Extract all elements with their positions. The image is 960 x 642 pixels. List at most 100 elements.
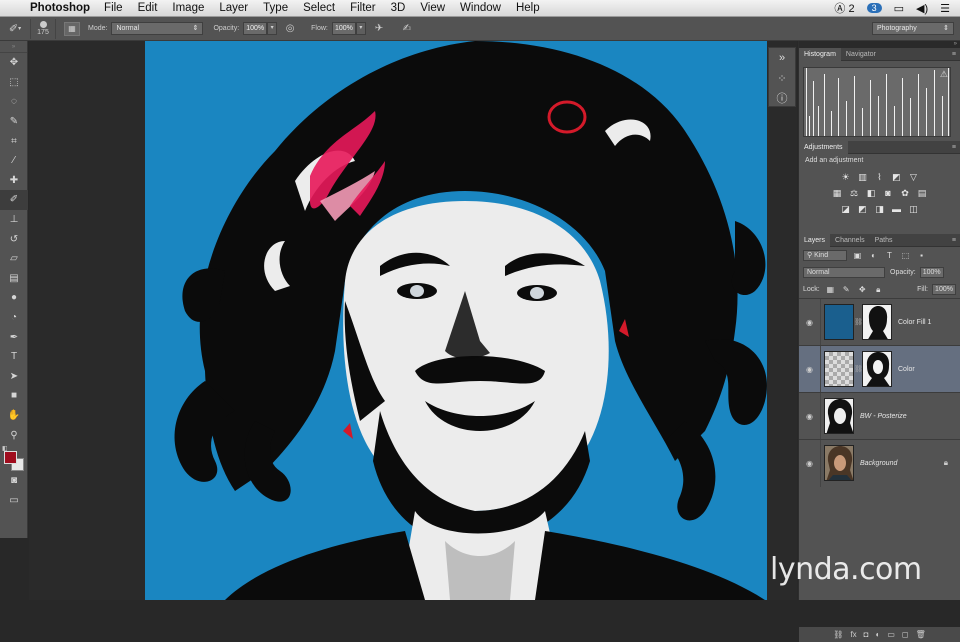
quick-select-tool[interactable]: ✎ [0,112,28,132]
menu-window[interactable]: Window [460,2,501,14]
gradient-tool[interactable]: ▤ [0,269,28,289]
crop-tool[interactable]: ⌗ [0,131,28,151]
visibility-eye-icon[interactable]: ◉ [799,392,821,440]
visibility-eye-icon[interactable]: ◉ [799,345,821,393]
color-balance-icon[interactable]: ⚖ [848,187,860,199]
creative-cloud-icon[interactable]: 3 [866,3,882,13]
brush-tool[interactable]: ✐ [0,190,28,210]
panel-menu-icon[interactable]: ≡ [952,51,956,58]
opacity-slider-button[interactable]: ▾ [267,22,278,35]
levels-icon[interactable]: ▥ [857,171,869,183]
layer-mask-thumbnail[interactable] [862,351,892,387]
layer-mask-thumbnail[interactable] [862,304,892,340]
photo-filter-icon[interactable]: ◙ [882,187,894,199]
flow-slider-button[interactable]: ▾ [355,22,366,35]
visibility-eye-icon[interactable]: ◉ [799,298,821,346]
screen-mode-icon[interactable]: ▭ [0,490,28,510]
hue-saturation-icon[interactable]: ▦ [831,187,843,199]
tab-layers[interactable]: Layers [799,233,831,247]
lasso-tool[interactable]: ◌ [0,92,28,112]
visibility-eye-icon[interactable]: ◉ [799,439,821,487]
brightness-contrast-icon[interactable]: ☀ [840,171,852,183]
healing-brush-tool[interactable]: ✚ [0,171,28,191]
layer-row-color-fill[interactable]: ◉ ⛓︎ Color Fill 1 [799,298,960,346]
zoom-tool[interactable]: ⚲ [0,425,28,445]
lock-transparent-icon[interactable]: ▦ [825,285,836,294]
app-menu-photoshop[interactable]: Photoshop [30,2,90,14]
layer-row-bw-posterize[interactable]: ◉ BW - Posterize [799,392,960,440]
history-brush-tool[interactable]: ↺ [0,229,28,249]
layer-style-icon[interactable]: fx [850,630,856,639]
tab-histogram[interactable]: Histogram [799,47,841,61]
dock-grip-icon[interactable]: » [769,48,795,68]
menu-help[interactable]: Help [516,2,540,14]
opacity-input[interactable]: 100% [243,22,268,35]
brush-preset-picker[interactable]: 175 [30,18,56,39]
channel-mixer-icon[interactable]: ✿ [899,187,911,199]
tool-preset-picker[interactable]: ✐ ▾ [0,19,30,39]
menu-filter[interactable]: Filter [350,2,376,14]
filter-type-icon[interactable]: T [884,250,895,261]
vibrance-icon[interactable]: ▽ [908,171,920,183]
filter-shape-icon[interactable]: ⬚ [900,250,911,261]
adobe-status-icon[interactable]: Ⓐ 2 [834,0,854,16]
panel-menu-icon[interactable]: ≡ [952,144,956,151]
posterize-icon[interactable]: ◩ [857,203,869,215]
cache-warning-icon[interactable]: ⚠ [940,69,948,80]
type-tool[interactable]: T [0,347,28,367]
layer-row-background[interactable]: ◉ Background 🔒︎ [799,439,960,487]
new-group-icon[interactable]: ▭ [887,630,895,639]
eraser-tool[interactable]: ▱ [0,249,28,269]
layer-filter-select[interactable]: ⚲ Kind [803,250,847,261]
fill-input[interactable]: 100% [932,284,956,295]
layer-opacity-input[interactable]: 100% [919,267,944,278]
gradient-map-icon[interactable]: ▬ [891,203,903,215]
tab-navigator[interactable]: Navigator [841,48,881,61]
shape-tool[interactable]: ■ [0,386,28,406]
menu-type[interactable]: Type [263,2,288,14]
lock-image-icon[interactable]: ✎ [841,285,852,294]
pressure-size-icon[interactable]: ✍ [400,23,414,34]
lock-all-icon[interactable]: 🔒︎ [873,285,884,295]
volume-icon[interactable]: ◀) [916,2,928,15]
exposure-icon[interactable]: ◩ [891,171,903,183]
image-canvas[interactable] [145,41,767,600]
black-white-icon[interactable]: ◧ [865,187,877,199]
panel-menu-icon[interactable]: ≡ [952,237,956,244]
menu-file[interactable]: File [104,2,123,14]
menu-3d[interactable]: 3D [391,2,406,14]
filter-smart-object-icon[interactable]: ▪ [916,250,927,261]
mode-select[interactable]: Normal ⇕ [111,22,204,35]
invert-icon[interactable]: ◪ [840,203,852,215]
menu-select[interactable]: Select [303,2,335,14]
brush-presets-icon[interactable]: ⁘ [769,68,795,88]
threshold-icon[interactable]: ◨ [874,203,886,215]
pressure-opacity-icon[interactable]: ◎ [283,23,297,34]
brush-panel-toggle[interactable]: ▦ [64,21,80,36]
path-select-tool[interactable]: ➤ [0,367,28,387]
menu-edit[interactable]: Edit [138,2,158,14]
lock-position-icon[interactable]: ✥ [857,285,868,294]
filter-adjustment-icon[interactable]: ◐ [868,250,879,261]
tab-paths[interactable]: Paths [870,234,898,247]
tab-channels[interactable]: Channels [830,234,870,247]
filter-pixel-icon[interactable]: ▣ [852,250,863,261]
menu-view[interactable]: View [420,2,445,14]
info-icon[interactable]: ⓘ [769,88,795,108]
link-layers-icon[interactable]: ⛓︎ [833,630,843,639]
airbrush-icon[interactable]: ✈ [372,23,386,34]
clone-stamp-tool[interactable]: ⊥ [0,210,28,230]
tools-collapse-grip[interactable]: » [0,41,27,53]
blur-tool[interactable]: ● [0,288,28,308]
new-layer-icon[interactable]: ◻ [902,630,909,639]
flow-input[interactable]: 100% [331,22,356,35]
new-adjustment-layer-icon[interactable]: ◐ [876,630,881,639]
menu-list-icon[interactable]: ☰ [940,2,950,15]
foreground-color-swatch[interactable] [4,450,17,464]
display-icon[interactable]: ▭ [894,2,904,15]
tab-adjustments[interactable]: Adjustments [799,140,848,154]
curves-icon[interactable]: ⌇ [874,171,886,183]
marquee-tool[interactable]: ⬚ [0,73,28,93]
dodge-tool[interactable]: ◔ [0,308,28,328]
color-lookup-icon[interactable]: ▤ [916,187,928,199]
